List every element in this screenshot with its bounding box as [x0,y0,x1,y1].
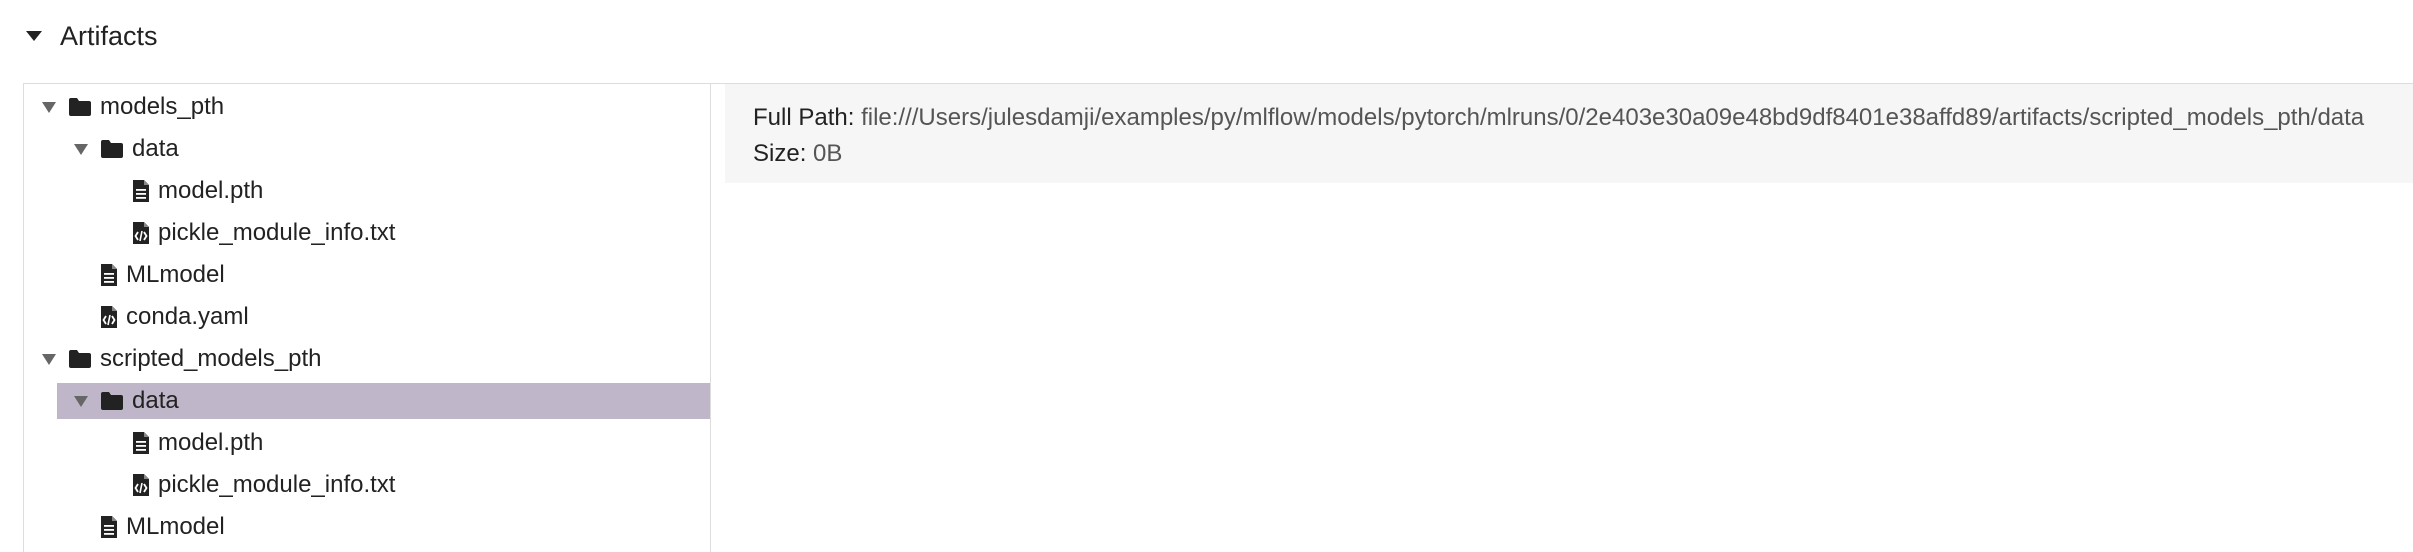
artifact-detail: Full Path: file:///Users/julesdamji/exam… [711,84,2413,552]
tree-file-node[interactable]: model.pth [102,425,263,461]
tree-file-node[interactable]: pickle_module_info.txt [102,467,395,503]
artifacts-section-toggle[interactable]: Artifacts [24,14,158,58]
tree-folder-node[interactable]: models_pth [38,89,224,125]
expand-toggle-icon[interactable] [70,395,92,407]
tree-file-node[interactable]: model.pth [102,173,263,209]
expand-toggle-icon[interactable] [38,353,60,365]
file-icon [132,179,150,203]
caret-down-icon [26,31,42,41]
folder-icon [100,139,124,159]
tree-file-node[interactable]: conda.yaml [70,299,249,335]
tree-node-label: MLmodel [126,513,225,540]
tree-node-label: data [132,387,179,414]
artifact-tree: models_pthdata model.pth pickle_module_inf… [24,84,711,552]
tree-node-label: pickle_module_info.txt [158,471,396,498]
tree-node-label: MLmodel [126,261,225,288]
artifacts-panel: models_pthdata model.pth pickle_module_inf… [23,83,2413,552]
code-file-icon [132,221,150,245]
tree-node-label: pickle_module_info.txt [158,219,396,246]
size-value: 0B [813,140,843,167]
tree-node-label: models_pth [100,93,225,120]
tree-node-label: data [132,135,179,162]
tree-node-label: conda.yaml [126,303,249,330]
file-icon [100,263,118,287]
section-title: Artifacts [60,20,158,51]
tree-file-node[interactable]: MLmodel [70,509,225,545]
tree-file-node[interactable]: pickle_module_info.txt [102,215,395,251]
folder-icon [68,97,92,117]
tree-folder-node[interactable]: data [57,383,710,419]
folder-icon [68,349,92,369]
expand-toggle-icon[interactable] [70,143,92,155]
file-icon [100,515,118,539]
code-file-icon [100,305,118,329]
artifact-info: Full Path: file:///Users/julesdamji/exam… [725,84,2413,183]
expand-toggle-icon[interactable] [38,101,60,113]
size-line: Size: 0B [753,140,842,168]
tree-folder-node[interactable]: scripted_models_pth [38,341,321,377]
code-file-icon [132,473,150,497]
folder-icon [100,391,124,411]
tree-folder-node[interactable]: data [70,131,179,167]
file-icon [132,431,150,455]
full-path-line: Full Path: file:///Users/julesdamji/exam… [753,104,2364,132]
tree-node-label: model.pth [158,429,264,456]
tree-file-node[interactable]: MLmodel [70,257,225,293]
tree-node-label: scripted_models_pth [100,345,322,372]
full-path-label: Full Path: [753,104,855,131]
tree-node-label: model.pth [158,177,264,204]
size-label: Size: [753,140,807,167]
full-path-value: file:///Users/julesdamji/examples/py/mlf… [861,104,2365,131]
